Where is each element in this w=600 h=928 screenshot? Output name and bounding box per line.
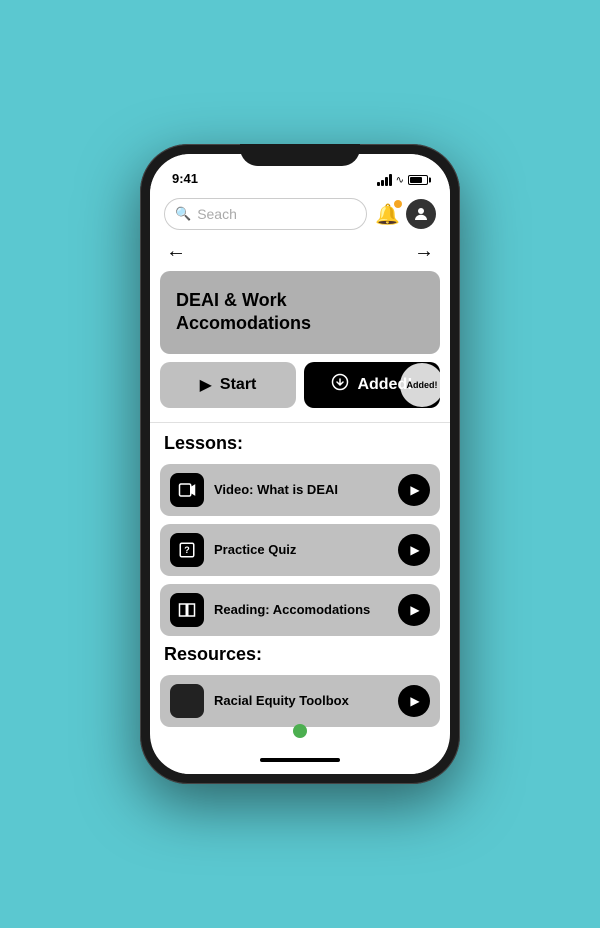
- start-button[interactable]: ▶ Start: [160, 362, 296, 408]
- lesson-video-play[interactable]: ▶: [398, 474, 430, 506]
- notification-bell[interactable]: 🔔: [375, 202, 400, 227]
- phone-frame: 9:41 ∿ 🔍 Seach: [140, 144, 460, 784]
- forward-button[interactable]: →: [414, 240, 434, 263]
- home-indicator: [260, 758, 340, 762]
- lesson-item-video[interactable]: Video: What is DEAI ▶: [160, 464, 440, 516]
- lesson-quiz-play[interactable]: ▶: [398, 534, 430, 566]
- nav-row: ← →: [150, 236, 450, 271]
- play-icon: ▶: [410, 483, 419, 497]
- play-icon: ▶: [200, 375, 212, 395]
- play-icon: ▶: [410, 543, 419, 557]
- action-buttons: ▶ Start Added! Added!: [160, 362, 440, 408]
- app-content: 🔍 Seach 🔔: [150, 190, 450, 746]
- lesson-reading-play[interactable]: ▶: [398, 594, 430, 626]
- status-green-dot: [293, 724, 307, 738]
- section-divider: [150, 422, 450, 423]
- lesson-reading-label: Reading: Accomodations: [204, 602, 398, 617]
- wifi-icon: ∿: [396, 175, 404, 186]
- course-title: DEAI & Work Accomodations: [176, 289, 424, 336]
- play-icon: ▶: [410, 694, 419, 708]
- start-label: Start: [220, 376, 256, 394]
- svg-text:?: ?: [184, 545, 190, 555]
- resource-toolbox-play[interactable]: ▶: [398, 685, 430, 717]
- back-button[interactable]: ←: [166, 240, 186, 263]
- search-input[interactable]: Seach: [197, 206, 237, 222]
- video-icon-box: [170, 473, 204, 507]
- home-indicator-bar: [150, 746, 450, 774]
- lesson-quiz-label: Practice Quiz: [204, 542, 398, 557]
- resource-toolbox-label: Racial Equity Toolbox: [204, 693, 398, 708]
- quiz-icon-box: ?: [170, 533, 204, 567]
- added-button[interactable]: Added! Added!: [304, 362, 440, 408]
- user-avatar[interactable]: [406, 199, 436, 229]
- notification-dot: [394, 200, 402, 208]
- lesson-video-label: Video: What is DEAI: [204, 482, 398, 497]
- resource-icon-box: [170, 684, 204, 718]
- lesson-item-reading[interactable]: Reading: Accomodations ▶: [160, 584, 440, 636]
- reading-icon-box: [170, 593, 204, 627]
- battery-icon: [408, 175, 428, 185]
- search-icon: 🔍: [175, 206, 191, 222]
- top-icons: 🔔: [375, 199, 436, 229]
- added-circle-label: Added!: [407, 380, 438, 390]
- notch: [240, 144, 360, 166]
- added-circle: Added!: [400, 363, 444, 407]
- download-icon: [331, 373, 349, 396]
- status-icons: ∿: [377, 174, 428, 186]
- status-time: 9:41: [172, 171, 198, 186]
- top-bar: 🔍 Seach 🔔: [150, 190, 450, 236]
- resources-section-label: Resources:: [150, 644, 450, 675]
- course-header: DEAI & Work Accomodations: [160, 271, 440, 354]
- signal-icon: [377, 174, 392, 186]
- lessons-section-label: Lessons:: [150, 433, 450, 464]
- resource-item-toolbox[interactable]: Racial Equity Toolbox ▶: [160, 675, 440, 727]
- search-box[interactable]: 🔍 Seach: [164, 198, 367, 230]
- lesson-item-quiz[interactable]: ? Practice Quiz ▶: [160, 524, 440, 576]
- phone-screen: 9:41 ∿ 🔍 Seach: [150, 154, 450, 774]
- play-icon: ▶: [410, 603, 419, 617]
